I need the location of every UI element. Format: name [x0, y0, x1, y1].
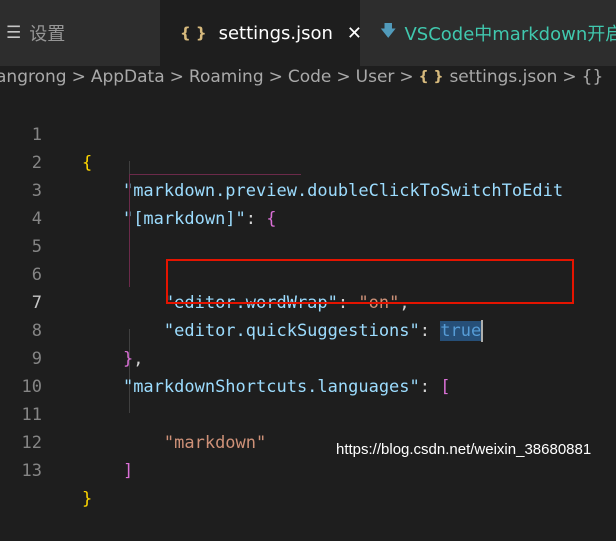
code-text: ] [122, 461, 134, 481]
markdown-arrow-icon: 🡇 [380, 20, 397, 40]
breadcrumb-separator: > [399, 67, 414, 87]
code-line: 5 [0, 205, 616, 257]
tab-label: 设置 [29, 24, 66, 45]
line-number: 13 [21, 461, 42, 481]
breadcrumb-item[interactable]: AppData [91, 66, 165, 88]
breadcrumb-item[interactable]: Roaming [189, 66, 264, 88]
code-line: 3 "[markdown]": { [0, 149, 616, 229]
breadcrumb-separator: > [562, 67, 577, 87]
tab-label: settings.json [218, 22, 333, 44]
breadcrumb-separator: > [268, 67, 283, 87]
breadcrumb-item[interactable]: Code [288, 66, 332, 88]
breadcrumb-separator: > [169, 67, 184, 87]
code-line: 9 "markdownShortcuts.languages": [ [0, 317, 616, 397]
breadcrumb-item[interactable]: {} [582, 66, 604, 88]
code-text: } [82, 489, 93, 509]
code-line: 12 ] [0, 401, 616, 481]
code-line: 1 { [0, 93, 616, 173]
json-braces-icon: { } [418, 69, 444, 85]
code-line: 4 [0, 177, 616, 229]
json-braces-icon: { } [180, 24, 207, 42]
watermark: https://blog.csdn.net/weixin_38680881 [336, 441, 592, 458]
breadcrumb-separator: > [71, 67, 86, 87]
tab-settings-ui[interactable]: ☰ 设置 [0, 0, 160, 66]
code-line: 2 "markdown.preview.doubleClickToSwitchT… [0, 121, 616, 201]
tab-label: VSCode中markdown开启 [404, 24, 616, 45]
tab-settings-json[interactable]: { } settings.json ✕ [160, 0, 360, 66]
close-icon[interactable]: ✕ [347, 23, 360, 44]
breadcrumb: angrong > AppData > Roaming > Code > Use… [0, 66, 616, 88]
settings-list-icon: ☰ [6, 23, 22, 43]
tab-markdown-article[interactable]: 🡇 VSCode中markdown开启 [360, 0, 616, 66]
code-line: 6 "editor.wordWrap": "on", [0, 233, 616, 313]
breadcrumb-item[interactable]: User [356, 66, 395, 88]
code-line: 11 "markdown" [0, 373, 616, 453]
code-line: 10 [0, 345, 616, 397]
tab-bar: ☰ 设置 { } settings.json ✕ 🡇 VSCode中markdo… [0, 0, 616, 66]
breadcrumb-item[interactable]: settings.json [449, 66, 557, 88]
highlight-annotation-box [166, 259, 574, 304]
breadcrumb-item[interactable]: angrong [0, 66, 67, 88]
breadcrumb-separator: > [336, 67, 351, 87]
